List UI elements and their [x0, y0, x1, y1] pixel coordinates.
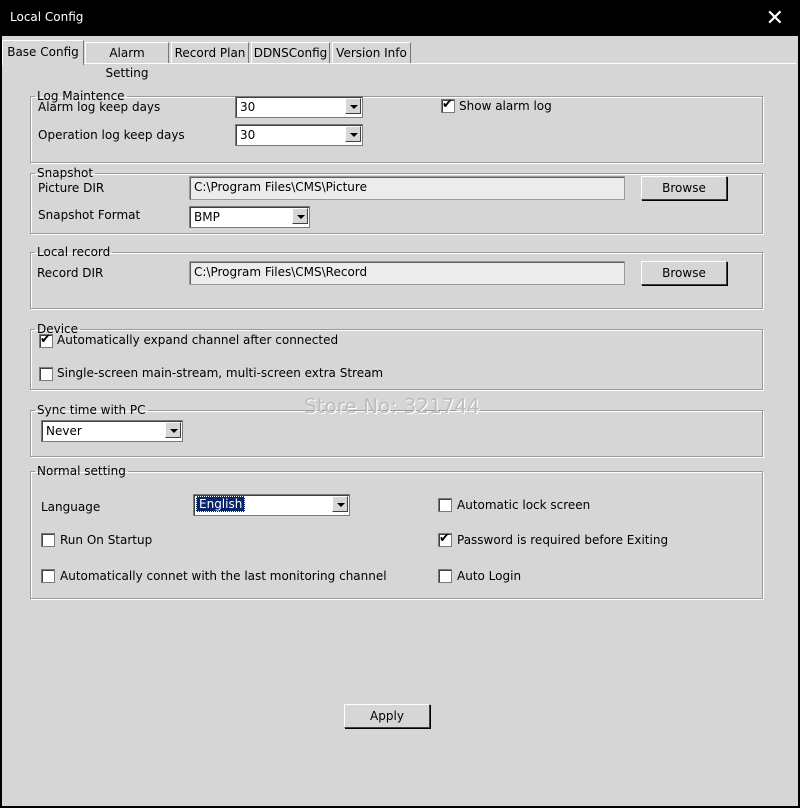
- tab-alarm-setting[interactable]: Alarm Setting: [85, 42, 169, 80]
- operation-log-days-select[interactable]: 30: [235, 124, 363, 146]
- operation-log-days-label: Operation log keep days: [38, 128, 185, 142]
- store-watermark: Store No: 321744: [304, 394, 480, 418]
- chevron-down-icon[interactable]: [292, 208, 308, 224]
- picture-dir-value: C:\Program Files\CMS\Picture: [194, 180, 367, 194]
- run-on-startup-checkbox[interactable]: [41, 533, 55, 547]
- auto-expand-label: Automatically expand channel after conne…: [57, 333, 339, 347]
- record-dir-label: Record DIR: [37, 266, 104, 280]
- close-icon[interactable]: ✕: [766, 8, 784, 30]
- snapshot-format-select[interactable]: BMP: [189, 206, 310, 228]
- chevron-down-icon[interactable]: [332, 496, 348, 512]
- local-config-window: Local Config ✕ Base Config Alarm Setting…: [0, 0, 800, 808]
- checkmark-icon: ✔: [442, 97, 453, 112]
- chevron-down-icon[interactable]: [345, 126, 361, 142]
- snapshot-legend: Snapshot: [37, 166, 94, 180]
- window-title: Local Config: [10, 10, 84, 24]
- tab-base-config[interactable]: Base Config: [2, 40, 84, 65]
- auto-lock-label: Automatic lock screen: [457, 498, 591, 512]
- auto-connect-checkbox[interactable]: [41, 569, 55, 583]
- alarm-log-days-select[interactable]: 30: [235, 96, 363, 118]
- language-select[interactable]: English: [193, 494, 350, 516]
- auto-lock-checkbox[interactable]: [438, 498, 452, 512]
- password-exit-checkbox[interactable]: ✔: [438, 531, 452, 547]
- language-value: English: [196, 496, 246, 512]
- tab-ddns-config[interactable]: DDNSConfig: [251, 42, 330, 63]
- apply-button[interactable]: Apply: [344, 704, 430, 728]
- checkmark-icon: ✔: [40, 332, 51, 347]
- auto-login-checkbox[interactable]: [438, 569, 452, 583]
- sync-time-legend: Sync time with PC: [37, 403, 146, 417]
- checkmark-icon: ✔: [439, 531, 450, 546]
- picture-dir-label: Picture DIR: [38, 181, 105, 195]
- language-label: Language: [41, 500, 101, 514]
- auto-login-label: Auto Login: [457, 569, 522, 583]
- single-screen-stream-label: Single-screen main-stream, multi-screen …: [57, 366, 384, 380]
- single-screen-stream-checkbox[interactable]: [39, 367, 53, 381]
- run-on-startup-label: Run On Startup: [60, 533, 153, 547]
- show-alarm-log-label: Show alarm log: [459, 99, 552, 113]
- local-record-legend: Local record: [37, 245, 111, 259]
- auto-expand-checkbox[interactable]: ✔: [39, 332, 53, 348]
- snapshot-format-label: Snapshot Format: [38, 208, 141, 222]
- sync-time-select[interactable]: Never: [41, 420, 183, 442]
- operation-log-days-value: 30: [240, 128, 256, 142]
- picture-browse-button[interactable]: Browse: [641, 176, 727, 200]
- show-alarm-log-checkbox[interactable]: ✔: [441, 97, 455, 113]
- auto-connect-label: Automatically connet with the last monit…: [60, 569, 387, 583]
- record-dir-field[interactable]: C:\Program Files\CMS\Record: [189, 261, 625, 285]
- picture-dir-field[interactable]: C:\Program Files\CMS\Picture: [189, 176, 625, 200]
- chevron-down-icon[interactable]: [345, 98, 361, 114]
- alarm-log-days-value: 30: [240, 100, 256, 114]
- snapshot-format-value: BMP: [194, 210, 220, 224]
- chevron-down-icon[interactable]: [165, 422, 181, 438]
- tab-version-info[interactable]: Version Info: [332, 42, 411, 63]
- sync-time-value: Never: [46, 424, 82, 438]
- alarm-log-days-label: Alarm log keep days: [38, 100, 161, 114]
- base-config-panel: Log Maintence Alarm log keep days 30 Ope…: [2, 63, 796, 805]
- tab-record-plan[interactable]: Record Plan: [171, 42, 249, 63]
- record-browse-button[interactable]: Browse: [641, 261, 727, 285]
- title-bar[interactable]: Local Config ✕: [0, 0, 800, 36]
- password-exit-label: Password is required before Exiting: [457, 533, 669, 547]
- record-dir-value: C:\Program Files\CMS\Record: [194, 265, 368, 279]
- normal-setting-legend: Normal setting: [37, 464, 126, 478]
